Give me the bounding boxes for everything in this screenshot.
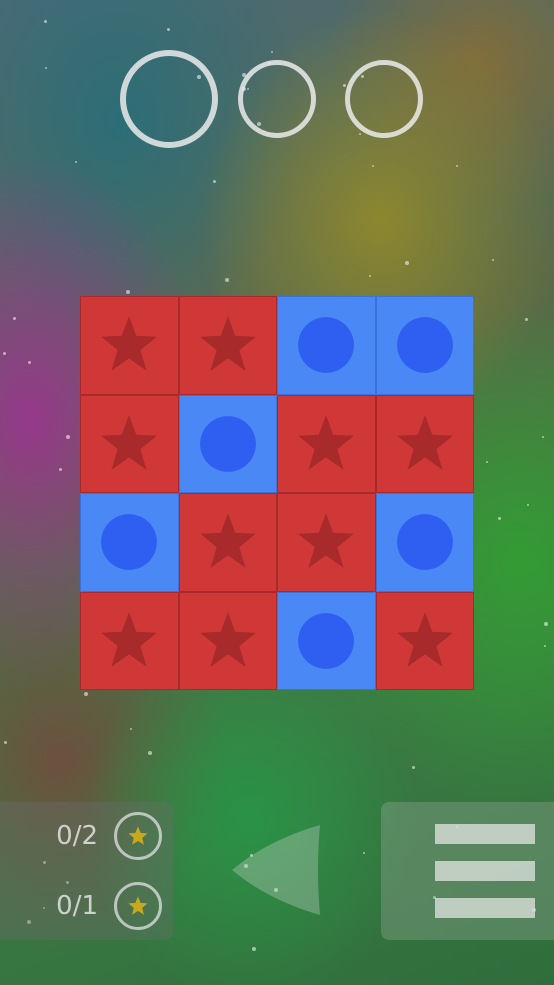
circle-tile[interactable] bbox=[277, 591, 376, 690]
background-star bbox=[28, 361, 31, 364]
goal-counter-label: 0/1 bbox=[56, 891, 98, 921]
background-star bbox=[167, 28, 170, 31]
background-star bbox=[456, 165, 458, 167]
background-star bbox=[75, 161, 77, 163]
background-star bbox=[359, 133, 361, 135]
star-icon bbox=[128, 896, 148, 915]
background-star bbox=[126, 290, 130, 294]
circle-icon bbox=[298, 317, 355, 374]
star-icon bbox=[101, 316, 158, 372]
star-tile[interactable] bbox=[178, 493, 277, 592]
background-star bbox=[13, 317, 16, 320]
star-tile[interactable] bbox=[375, 394, 474, 493]
menu-bar bbox=[435, 861, 535, 881]
puzzle-board bbox=[80, 296, 474, 690]
star-tile[interactable] bbox=[277, 394, 376, 493]
background-star bbox=[213, 180, 216, 183]
star-icon bbox=[396, 414, 453, 470]
star-tile[interactable] bbox=[80, 591, 179, 690]
background-star bbox=[3, 352, 6, 355]
background-star bbox=[130, 728, 132, 730]
background-star bbox=[544, 645, 546, 647]
circle-tile[interactable] bbox=[375, 296, 474, 395]
star-tile[interactable] bbox=[80, 394, 179, 493]
star-badge-icon bbox=[114, 812, 162, 860]
background-star bbox=[343, 84, 346, 87]
star-icon bbox=[199, 611, 256, 667]
star-tile[interactable] bbox=[178, 591, 277, 690]
star-icon bbox=[101, 611, 158, 667]
goal-counter-label: 0/2 bbox=[56, 821, 98, 851]
circle-icon bbox=[101, 514, 158, 571]
circle-icon bbox=[199, 415, 256, 472]
circle-tile[interactable] bbox=[178, 394, 277, 493]
background-star bbox=[252, 947, 256, 951]
star-tile[interactable] bbox=[375, 591, 474, 690]
background-star bbox=[148, 751, 152, 755]
background-star bbox=[271, 51, 273, 53]
star-tile[interactable] bbox=[178, 296, 277, 395]
background-star bbox=[59, 468, 62, 471]
progress-circle bbox=[238, 60, 316, 138]
background-star bbox=[405, 261, 409, 265]
background-star bbox=[66, 435, 70, 439]
progress-circle-current bbox=[120, 50, 218, 148]
background-star bbox=[498, 517, 501, 520]
background-star bbox=[492, 259, 494, 261]
triangle-left-icon bbox=[232, 825, 320, 915]
menu-bar bbox=[435, 898, 535, 918]
circle-tile[interactable] bbox=[277, 296, 376, 395]
background-star bbox=[4, 741, 7, 744]
background-star bbox=[544, 622, 548, 626]
circle-icon bbox=[396, 317, 453, 374]
background-star bbox=[44, 20, 47, 23]
background-star bbox=[412, 766, 415, 769]
circle-icon bbox=[298, 612, 355, 669]
background-star bbox=[369, 275, 371, 277]
star-icon bbox=[396, 611, 453, 667]
menu-bar bbox=[435, 824, 535, 844]
goal-counter-row: 0/1 bbox=[0, 880, 173, 932]
background-star bbox=[525, 318, 528, 321]
star-icon bbox=[298, 513, 355, 569]
star-icon bbox=[199, 316, 256, 372]
background-star bbox=[84, 692, 88, 696]
circle-icon bbox=[396, 514, 453, 571]
goal-counter-panel: 0/2 0/1 bbox=[0, 802, 173, 940]
background-star bbox=[45, 67, 47, 69]
star-icon bbox=[199, 513, 256, 569]
star-tile[interactable] bbox=[277, 493, 376, 592]
circle-tile[interactable] bbox=[80, 493, 179, 592]
background-star bbox=[542, 436, 544, 438]
background-star bbox=[372, 165, 374, 167]
star-icon bbox=[101, 414, 158, 470]
menu-button[interactable] bbox=[381, 802, 554, 940]
star-icon bbox=[128, 826, 148, 845]
progress-circle bbox=[345, 60, 423, 138]
background-star bbox=[225, 278, 229, 282]
goal-counter-row: 0/2 bbox=[0, 810, 173, 862]
background-star bbox=[363, 852, 365, 854]
background-star bbox=[527, 504, 529, 506]
background-star bbox=[486, 461, 488, 463]
back-button[interactable] bbox=[228, 820, 328, 920]
star-tile[interactable] bbox=[80, 296, 179, 395]
star-badge-icon bbox=[114, 882, 162, 930]
circle-tile[interactable] bbox=[375, 493, 474, 592]
star-icon bbox=[298, 414, 355, 470]
